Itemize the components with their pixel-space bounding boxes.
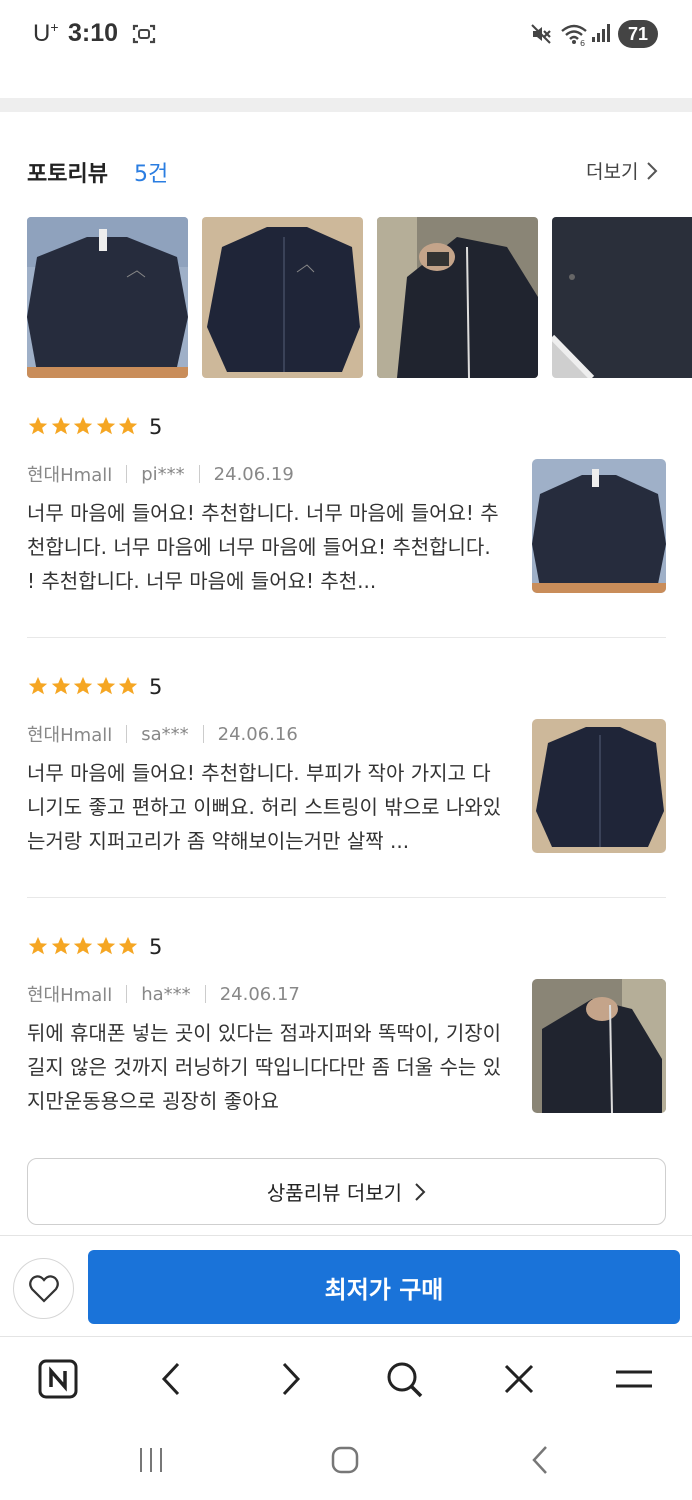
star-rating (27, 934, 140, 958)
star-icon (96, 936, 115, 955)
review-meta: 현대Hmall pi*** 24.06.19 (27, 461, 294, 487)
review-text: 뒤에 휴대폰 넣는 곳이 있다는 점과지퍼와 똑딱이, 기장이 길지 않은 것까… (27, 1021, 502, 1113)
meta-separator (126, 985, 128, 1003)
system-navigation-bar (0, 1420, 692, 1500)
status-bar: U+ 3:10 6 71 (0, 0, 692, 70)
review-photo[interactable] (552, 217, 692, 378)
status-time: 3:10 (68, 19, 119, 47)
android-back-icon (532, 1446, 547, 1474)
star-icon (51, 936, 70, 955)
wifi-icon: 6 (560, 22, 588, 48)
meta-separator (126, 725, 128, 743)
review-divider (27, 897, 666, 898)
screenshot-icon (132, 23, 156, 45)
menu-icon (616, 1370, 652, 1388)
review-thumbnail[interactable] (532, 459, 666, 593)
star-icon (96, 676, 115, 695)
more-reviews-button[interactable]: 상품리뷰 더보기 (27, 1158, 666, 1225)
section-title: 포토리뷰 (27, 162, 108, 187)
rating-value: 5 (149, 935, 163, 959)
reviewer-id: sa*** (141, 723, 189, 745)
naver-n-icon (38, 1359, 78, 1399)
purchase-bar: 최저가 구매 (0, 1235, 692, 1335)
forward-button[interactable] (270, 1359, 310, 1399)
review-date: 24.06.17 (219, 983, 300, 1005)
star-icon (119, 936, 138, 955)
carrier-label: U+ (33, 19, 59, 47)
review-item[interactable]: 5 현대Hmall pi*** 24.06.19 너무 마음에 들어요! 추천합… (27, 414, 666, 604)
signal-icon (590, 22, 612, 44)
reviewer-id: ha*** (141, 983, 191, 1005)
back-button[interactable] (152, 1359, 192, 1399)
mall-name: 현대Hmall (27, 985, 113, 1006)
system-back-button[interactable] (524, 1444, 556, 1476)
meta-separator (202, 725, 204, 743)
battery-indicator: 71 (618, 20, 658, 48)
back-arrow-icon (161, 1362, 180, 1396)
review-photo[interactable] (202, 217, 363, 378)
buy-button[interactable]: 최저가 구매 (88, 1250, 680, 1324)
review-text: 너무 마음에 들어요! 추천합니다. 부피가 작아 가지고 다니기도 좋고 편하… (27, 761, 502, 853)
review-date: 24.06.19 (213, 463, 294, 485)
review-text: 너무 마음에 들어요! 추천합니다. 너무 마음에 들어요! 추천합니다. 너무… (27, 501, 499, 593)
star-icon (74, 416, 93, 435)
review-item[interactable]: 5 현대Hmall ha*** 24.06.17 뒤에 휴대폰 넣는 곳이 있다… (27, 934, 666, 1124)
svg-text:6: 6 (580, 39, 585, 46)
review-meta: 현대Hmall sa*** 24.06.16 (27, 721, 298, 747)
star-icon (74, 936, 93, 955)
review-item[interactable]: 5 현대Hmall sa*** 24.06.16 너무 마음에 들어요! 추천합… (27, 674, 666, 864)
more-link[interactable]: 더보기 (586, 157, 658, 184)
section-divider (0, 98, 692, 112)
home-icon (331, 1446, 359, 1474)
close-button[interactable] (499, 1359, 539, 1399)
meta-separator (126, 465, 128, 483)
browser-toolbar (0, 1336, 692, 1420)
recent-apps-button[interactable] (135, 1444, 167, 1476)
star-icon (74, 676, 93, 695)
star-rating (27, 674, 140, 698)
mall-name: 현대Hmall (27, 725, 113, 746)
more-reviews-label: 상품리뷰 더보기 (266, 1181, 403, 1205)
search-button[interactable] (384, 1359, 424, 1399)
star-icon (28, 936, 48, 955)
rating-value: 5 (149, 415, 163, 439)
home-button[interactable] (329, 1444, 361, 1476)
rating-value: 5 (149, 675, 163, 699)
review-date: 24.06.16 (217, 723, 298, 745)
review-count: 5건 (134, 162, 169, 187)
photo-strip[interactable] (27, 217, 692, 378)
search-icon (387, 1362, 423, 1398)
meta-separator (204, 985, 206, 1003)
star-rating (27, 414, 140, 438)
mall-name: 현대Hmall (27, 465, 113, 486)
review-meta: 현대Hmall ha*** 24.06.17 (27, 981, 300, 1007)
review-photo[interactable] (377, 217, 538, 378)
meta-separator (198, 465, 200, 483)
heart-icon (28, 1274, 59, 1303)
close-icon (504, 1364, 534, 1394)
menu-button[interactable] (614, 1359, 654, 1399)
chevron-right-icon (415, 1182, 426, 1201)
recent-apps-icon (140, 1448, 162, 1472)
star-icon (96, 416, 115, 435)
review-photo[interactable] (27, 217, 188, 378)
wishlist-button[interactable] (13, 1258, 74, 1319)
star-icon (119, 676, 138, 695)
chevron-right-icon (647, 161, 658, 180)
review-divider (27, 637, 666, 638)
review-thumbnail[interactable] (532, 979, 666, 1113)
mute-icon (530, 23, 552, 45)
naver-home-button[interactable] (38, 1359, 78, 1399)
reviewer-id: pi*** (141, 463, 185, 485)
review-thumbnail[interactable] (532, 719, 666, 853)
star-icon (119, 416, 138, 435)
more-link-label: 더보기 (586, 161, 639, 183)
star-icon (28, 676, 48, 695)
star-icon (51, 676, 70, 695)
forward-arrow-icon (282, 1362, 301, 1396)
star-icon (51, 416, 70, 435)
star-icon (28, 416, 48, 435)
